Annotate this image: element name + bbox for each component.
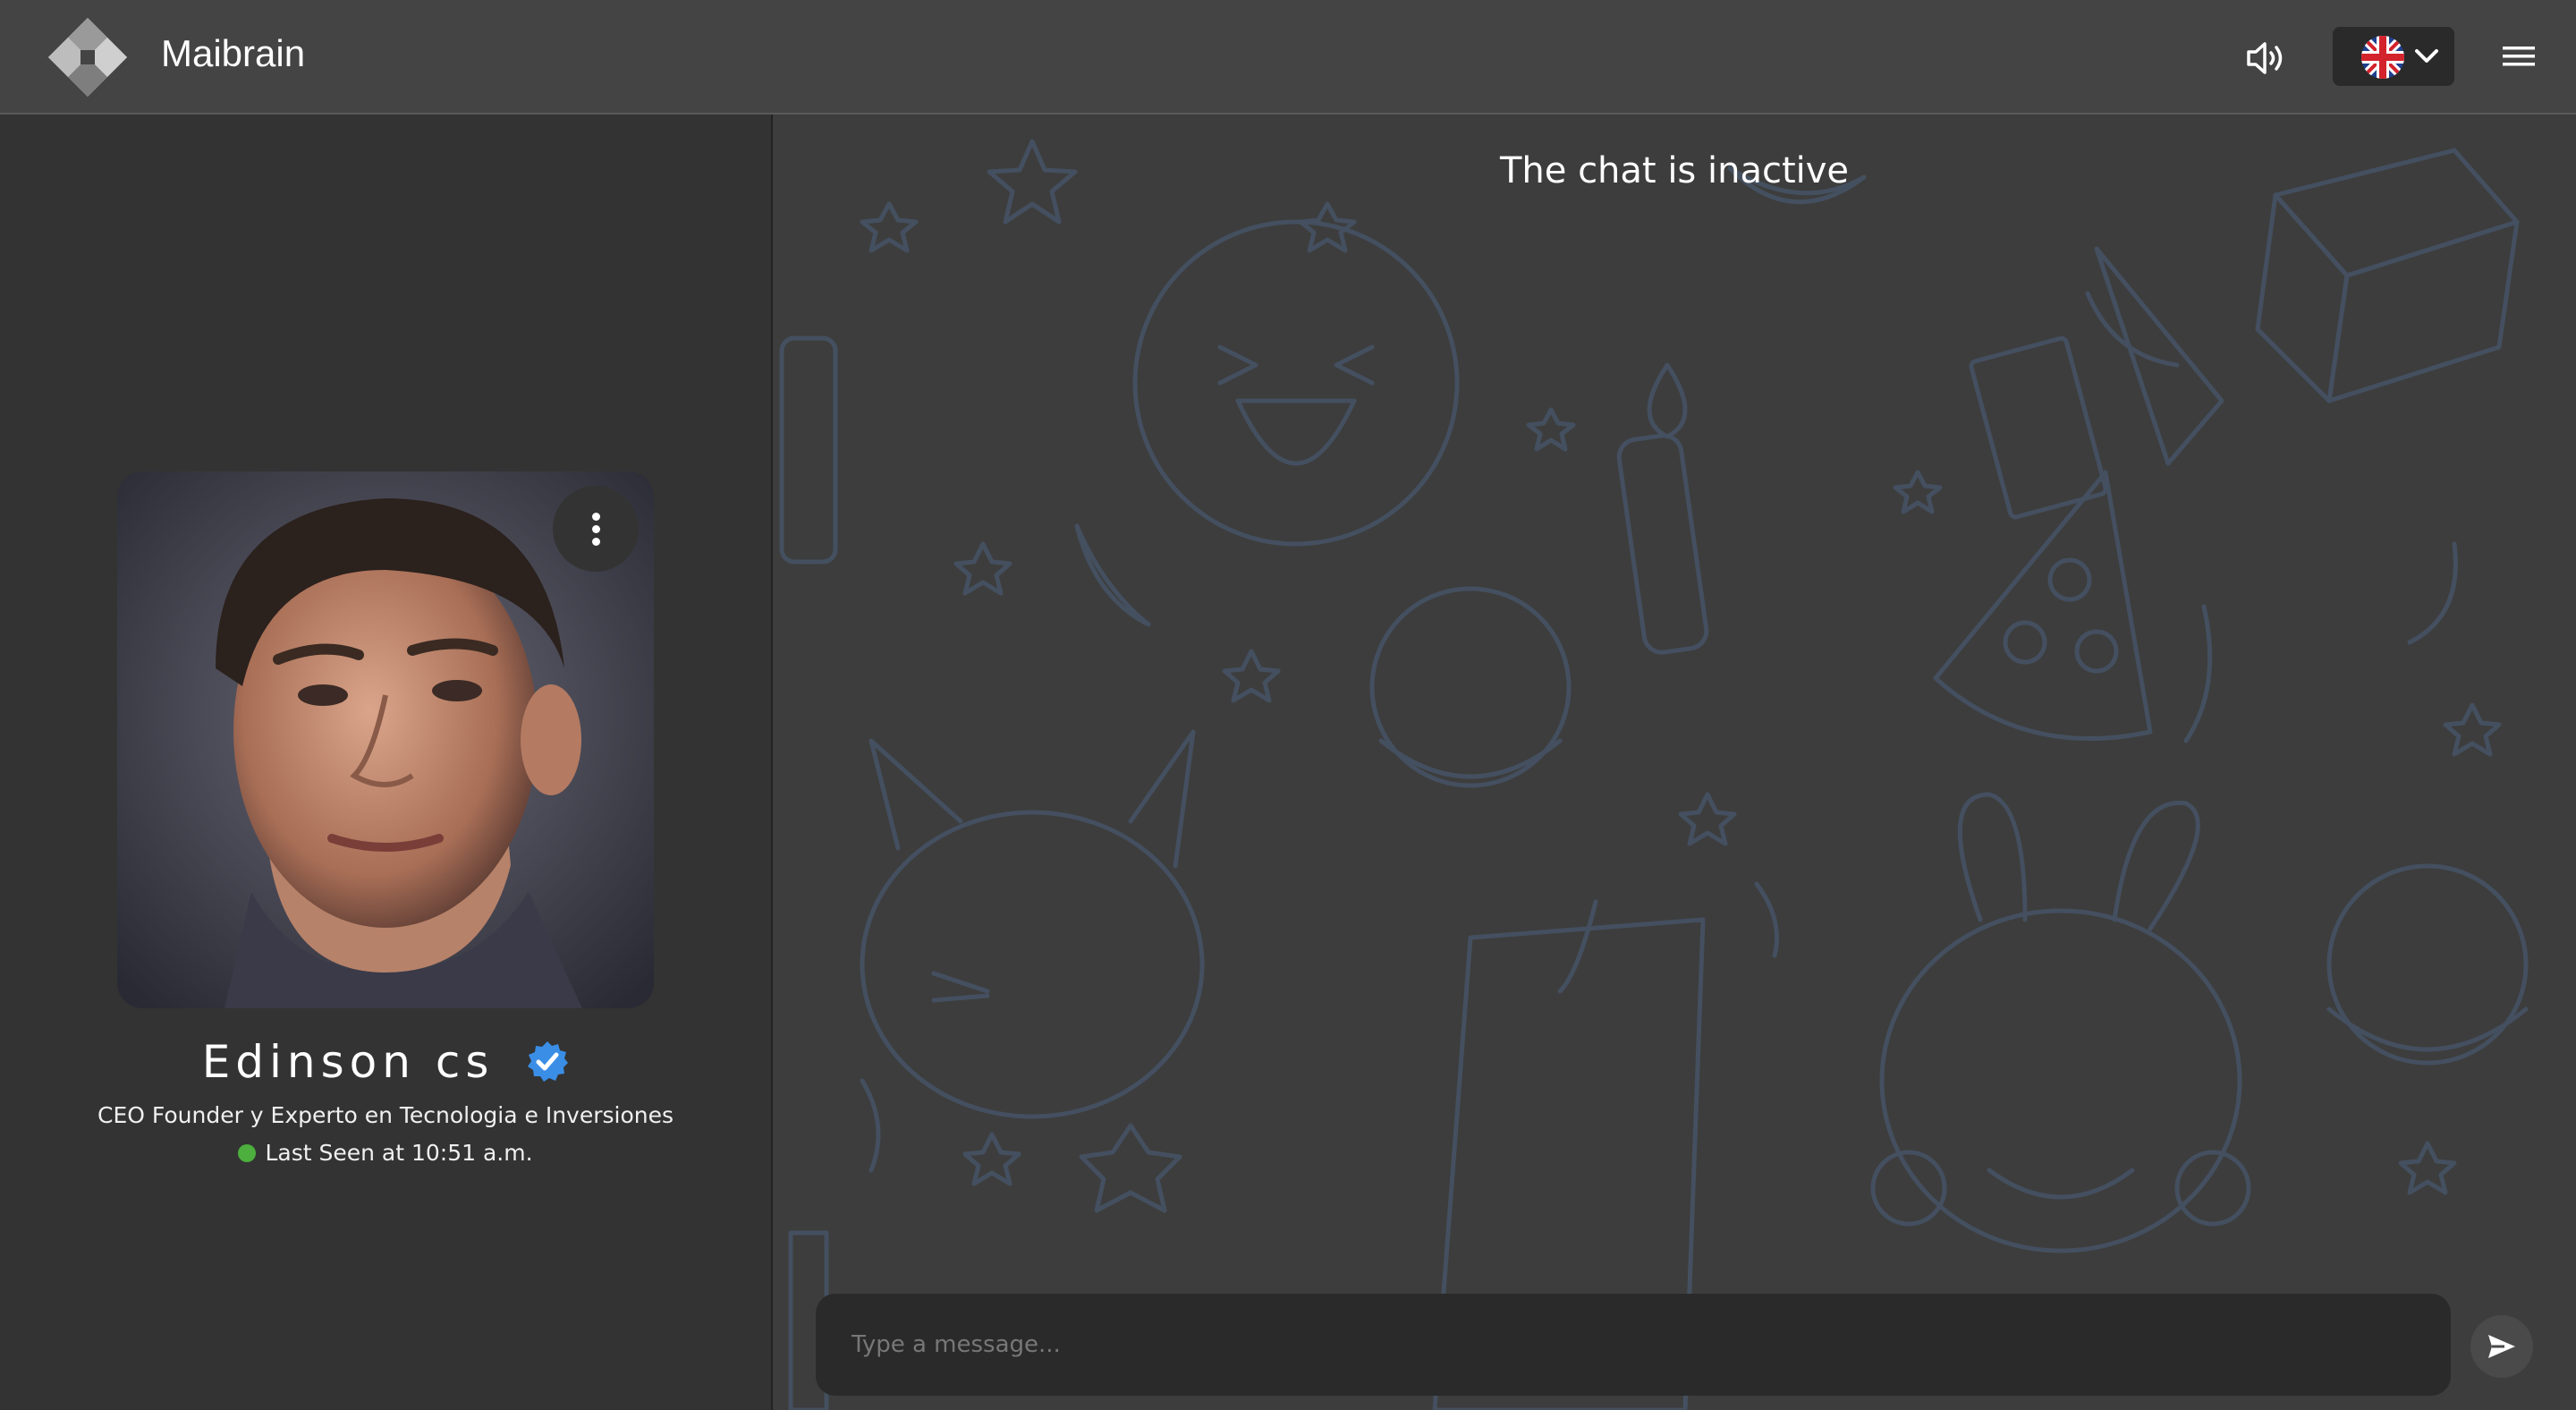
profile-name-row: Edinson cs <box>0 1036 771 1088</box>
app-title: Maibrain <box>161 32 306 74</box>
profile-title: CEO Founder y Experto en Tecnologia e In… <box>97 1102 674 1128</box>
message-input[interactable] <box>816 1294 2451 1396</box>
send-button[interactable] <box>2470 1315 2533 1378</box>
last-seen-text: Last Seen at 10:51 a.m. <box>265 1140 533 1166</box>
last-seen-row: Last Seen at 10:51 a.m. <box>0 1140 771 1166</box>
online-status-icon <box>238 1144 257 1162</box>
chat-status-text: The chat is inactive <box>1499 150 1850 191</box>
language-selector[interactable] <box>2333 27 2454 86</box>
verified-badge-icon <box>528 1041 569 1082</box>
hamburger-menu-icon[interactable] <box>2501 41 2537 72</box>
profile-name: Edinson cs <box>201 1036 495 1088</box>
chevron-down-icon <box>2415 49 2438 63</box>
chat-background-pattern <box>779 139 2529 1410</box>
send-icon <box>2488 1335 2515 1358</box>
uk-flag-icon <box>2361 36 2404 79</box>
maibrain-logo[interactable] <box>47 16 129 98</box>
profile-options-button[interactable] <box>553 486 639 572</box>
top-bar: Maibrain <box>0 0 2576 115</box>
chat-panel: The chat is inactive <box>773 115 2576 1410</box>
speaker-icon[interactable] <box>2243 36 2288 81</box>
